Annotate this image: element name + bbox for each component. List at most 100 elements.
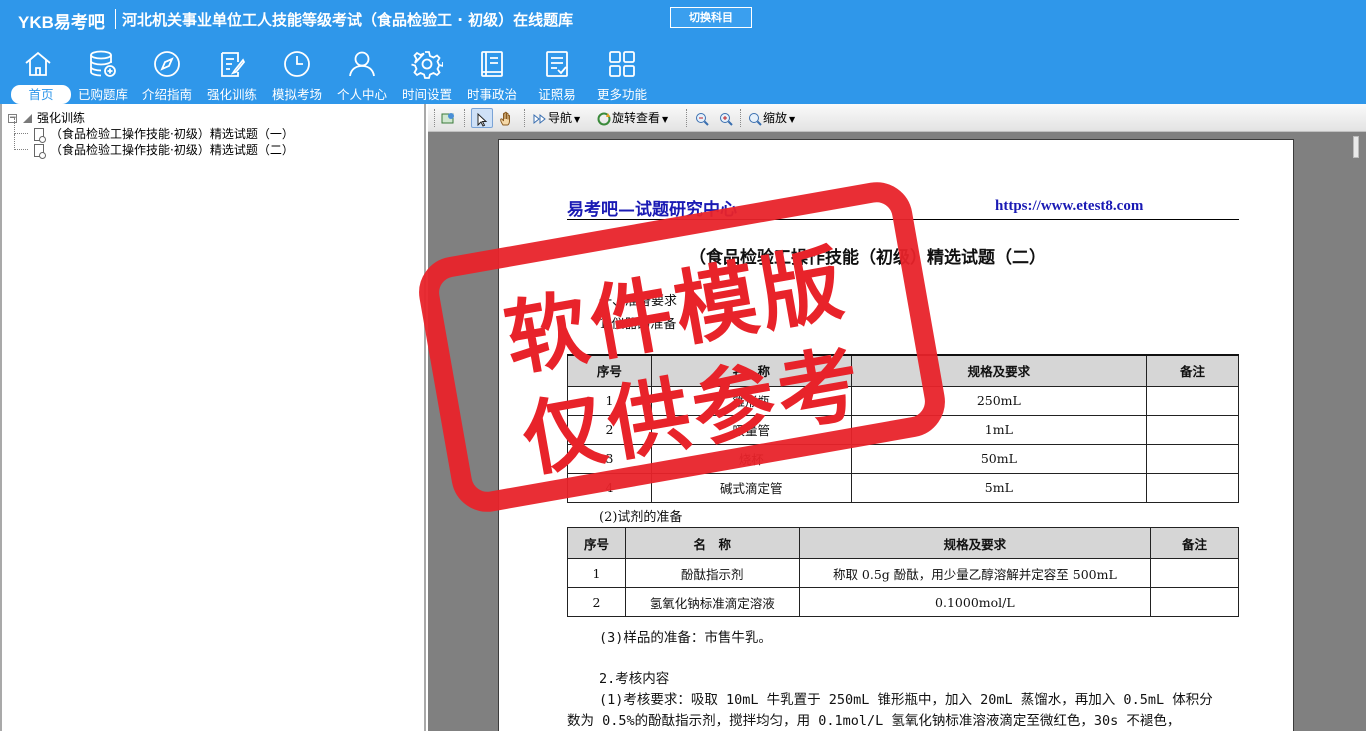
nav-training[interactable]: 强化训练: [199, 44, 265, 104]
table-cell: 1: [567, 385, 652, 416]
main-nav: 首页 已购题库 介绍指南 强化训练 模拟考场 个人中心 时间设置 时事政治 证照…: [0, 44, 1366, 104]
caret-down-icon: ▼: [574, 115, 581, 124]
tree-item-paper-1[interactable]: （食品检验工操作技能·初级）精选试题（一）: [8, 118, 294, 143]
reagent-table: 序号 名 称 规格及要求 备注 1 酚酞指示剂 称取 0.5g 酚酞，用少量乙醇溶解…: [567, 527, 1239, 617]
zoom-out-icon: [696, 112, 709, 126]
nav-guide[interactable]: 介绍指南: [134, 44, 200, 104]
table-cell: 1mL: [850, 414, 1148, 445]
table-cell: 酚酞指示剂: [624, 558, 800, 588]
checklist-icon: [541, 48, 573, 80]
table-header: 名 称: [624, 527, 800, 559]
scrollbar-thumb[interactable]: [1353, 136, 1359, 158]
document-header-url: https://www.etest8.com: [995, 198, 1144, 214]
title-divider: [115, 9, 116, 29]
nav-label-training: 强化训练: [206, 87, 257, 102]
tree-item-paper-2[interactable]: （食品检验工操作技能·初级）精选试题（二）: [8, 134, 294, 159]
nav-label-mock-exam: 模拟考场: [271, 87, 322, 102]
table-header: 序号: [567, 527, 626, 559]
viewer-toolbar: 导航 ▼ 旋转查看 ▼ 缩放 ▼: [428, 104, 1366, 132]
vertical-scrollbar[interactable]: [1348, 132, 1366, 731]
toolbar-separator: [740, 109, 741, 127]
edit-icon: [216, 48, 248, 80]
compass-icon: [151, 48, 183, 80]
rotate-icon: [597, 112, 611, 125]
zoom-out-button[interactable]: [694, 108, 710, 128]
toolbar-separator: [464, 109, 465, 127]
table-cell: 5mL: [850, 472, 1148, 503]
tree-root[interactable]: − 强化训练: [8, 110, 294, 126]
table-cell: 0.1000mol/L: [798, 587, 1152, 617]
nav-label-time-settings: 时间设置: [401, 87, 452, 102]
table-cell: 50mL: [850, 443, 1148, 474]
zoom-dropdown[interactable]: 缩放 ▼: [747, 108, 795, 128]
table-row: 2 氢氧化钠标准滴定溶液 0.1000mol/L: [567, 587, 1239, 617]
nav-label-more: 更多功能: [596, 87, 647, 102]
hand-tool-button[interactable]: [498, 108, 514, 128]
table-cell: [1146, 414, 1239, 445]
table-header: 规格及要求: [798, 527, 1152, 559]
select-tool-button[interactable]: [471, 108, 493, 128]
nav-label-certificate: 证照易: [538, 87, 576, 102]
table-cell: 2: [567, 414, 652, 445]
book-icon: [476, 48, 508, 80]
table-header: 名 称: [650, 354, 852, 387]
document-icon: [34, 128, 46, 143]
tree-item-label: （食品检验工操作技能·初级）精选试题（一）: [50, 127, 294, 141]
table-cell: 碱式滴定管: [650, 472, 852, 503]
tree-branch-line: [14, 134, 28, 150]
table-header-row: 序号 名 称 规格及要求 备注: [567, 354, 1239, 387]
cursor-icon: [477, 112, 488, 127]
nav-current-affairs[interactable]: 时事政治: [459, 44, 525, 104]
nav-label-purchased: 已购题库: [77, 87, 128, 102]
image-save-icon: [441, 112, 454, 123]
tree-branch-line: [14, 118, 28, 134]
table-header: 规格及要求: [850, 354, 1148, 387]
database-icon: [87, 48, 119, 80]
table-header: 备注: [1146, 354, 1239, 387]
caret-down-icon: ▼: [789, 115, 796, 124]
toolbar-separator: [434, 109, 435, 127]
section-heading: (2)试剂的准备: [599, 510, 683, 525]
table-cell: 烧杯: [650, 443, 852, 474]
document-title: （食品检验工操作技能（初级）精选试题（二）: [689, 248, 1046, 268]
nav-more[interactable]: 更多功能: [589, 44, 655, 104]
nav-time-settings[interactable]: 时间设置: [394, 44, 460, 104]
switch-subject-button[interactable]: 切换科目: [670, 7, 752, 28]
exam-content-line: 数为 0.5%的酚酞指示剂，搅拌均匀，用 0.1mol/L 氢氧化钠标准溶液滴定…: [567, 713, 1181, 729]
grid-icon: [606, 48, 638, 80]
zoom-label: 缩放: [763, 111, 788, 125]
save-image-button[interactable]: [440, 108, 456, 128]
table-cell: [1146, 443, 1239, 474]
section-fragment: 一、准备要求: [599, 294, 678, 309]
clock-icon: [281, 48, 313, 80]
app-logo: YKB易考吧: [18, 13, 105, 32]
user-icon: [346, 48, 378, 80]
toolbar-separator: [686, 109, 687, 127]
nav-certificate[interactable]: 证照易: [524, 44, 590, 104]
nav-label-home: 首页: [11, 85, 71, 104]
table-cell: [1146, 472, 1239, 503]
header-rule: [567, 219, 1239, 220]
table-cell: 吸量管: [650, 414, 852, 445]
table-row: 2 吸量管 1mL: [567, 414, 1239, 445]
table-cell: 250mL: [850, 385, 1148, 416]
tree-item-label: （食品检验工操作技能·初级）精选试题（二）: [50, 143, 294, 157]
nav-purchased[interactable]: 已购题库: [70, 44, 136, 104]
nav-profile[interactable]: 个人中心: [329, 44, 395, 104]
navigation-dropdown[interactable]: 导航 ▼: [532, 108, 580, 128]
table-cell: 3: [567, 443, 652, 474]
hand-icon: [500, 111, 510, 125]
navigation-label: 导航: [548, 111, 573, 125]
rotate-view-dropdown[interactable]: 旋转查看 ▼: [596, 108, 668, 128]
zoom-in-button[interactable]: [718, 108, 734, 128]
table-cell: 氢氧化钠标准滴定溶液: [624, 587, 800, 617]
nav-home[interactable]: 首页: [5, 44, 71, 104]
exam-content-heading: 2.考核内容: [599, 671, 670, 687]
exam-tree: − 强化训练 （食品检验工操作技能·初级）精选试题（一） （食品检验工操作技能·初…: [8, 110, 294, 159]
table-row: 3 烧杯 50mL: [567, 443, 1239, 474]
table-cell: 1: [567, 558, 626, 588]
table-row: 1 锥形瓶 250mL: [567, 385, 1239, 416]
table-cell: 锥形瓶: [650, 385, 852, 416]
nav-mock-exam[interactable]: 模拟考场: [264, 44, 330, 104]
document-viewer: 导航 ▼ 旋转查看 ▼ 缩放 ▼ 易考吧—试题研究中心 https://www.ete…: [428, 104, 1366, 731]
